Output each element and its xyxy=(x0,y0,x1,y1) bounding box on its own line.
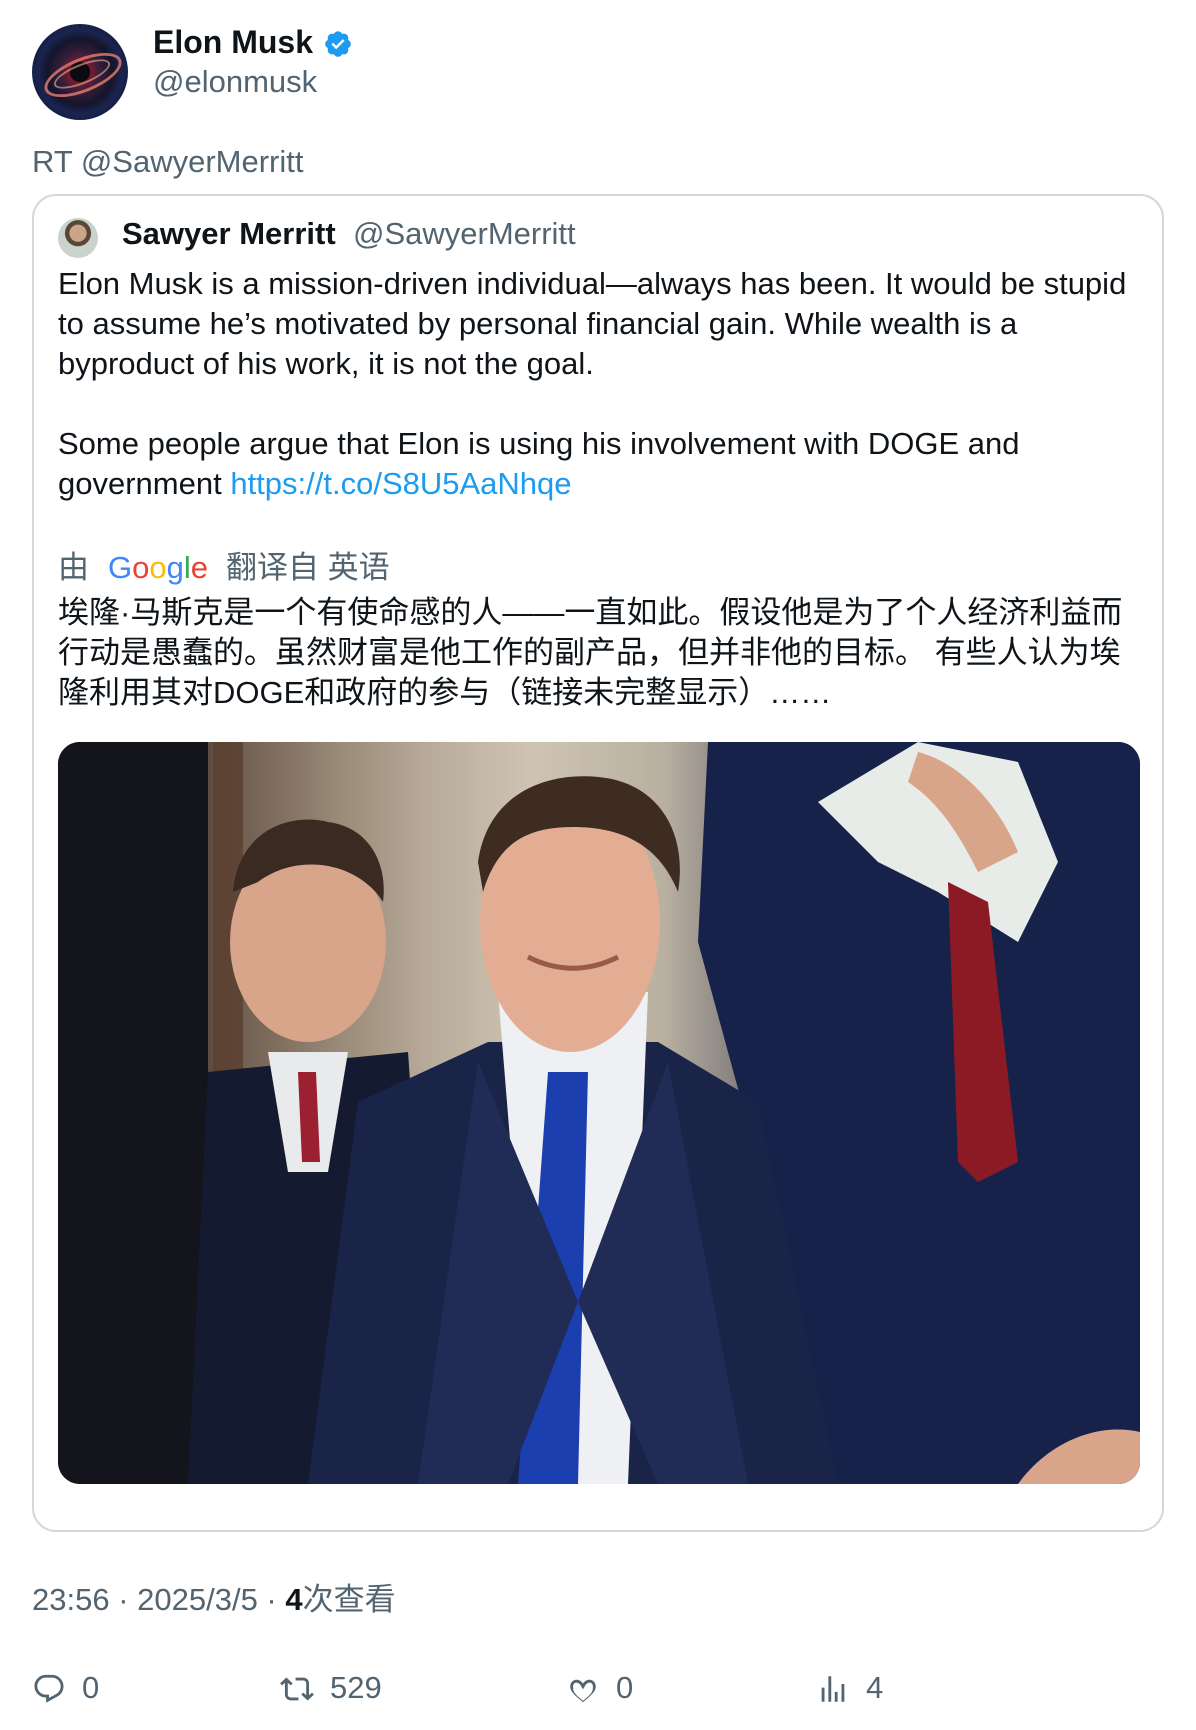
quoted-tweet-text: Elon Musk is a mission-driven individual… xyxy=(58,264,1138,504)
retweet-line: RT @SawyerMerritt xyxy=(32,144,304,179)
retweet-button[interactable]: 529 xyxy=(280,1668,420,1708)
view-count-label: 次查看 xyxy=(302,1582,396,1617)
tweet-photo[interactable] xyxy=(58,742,1140,1484)
heart-icon xyxy=(570,1679,596,1703)
translation-by-label: 由 xyxy=(58,550,89,585)
translation-source-label: 翻译自 英语 xyxy=(226,550,390,585)
like-button[interactable]: 0 xyxy=(566,1668,686,1708)
author-avatar[interactable] xyxy=(32,24,128,120)
author-name[interactable]: Elon Musk xyxy=(153,22,313,62)
view-count: 4 xyxy=(285,1582,303,1617)
verified-badge-icon xyxy=(325,31,351,57)
reply-icon xyxy=(34,1674,64,1703)
tweet-date[interactable]: 2025/3/5 xyxy=(137,1582,258,1617)
analytics-icon xyxy=(821,1676,845,1702)
quoted-tweet-body: Elon Musk is a mission-driven individual… xyxy=(58,266,1127,501)
photo-illustration xyxy=(58,742,1140,1484)
views-button[interactable]: 4 xyxy=(816,1668,936,1708)
google-logo: Google xyxy=(108,550,209,585)
author-handle[interactable]: @elonmusk xyxy=(153,62,317,102)
like-count: 0 xyxy=(616,1670,634,1705)
reply-button[interactable]: 0 xyxy=(32,1668,152,1708)
quoted-author-handle[interactable]: @SawyerMerritt xyxy=(353,214,576,254)
retweet-icon xyxy=(280,1677,314,1701)
quoted-tweet-link[interactable]: https://t.co/S8U5AaNhqe xyxy=(230,466,571,501)
translated-text: 埃隆·马斯克是一个有使命感的人——一直如此。假设他是为了个人经济利益而行动是愚蠢… xyxy=(58,595,1123,710)
retweet-count: 529 xyxy=(330,1670,382,1705)
tweet-time[interactable]: 23:56 xyxy=(32,1582,110,1617)
quoted-author-name[interactable]: Sawyer Merritt xyxy=(122,214,336,254)
quoted-author-avatar[interactable] xyxy=(58,218,98,258)
reply-count: 0 xyxy=(82,1670,100,1705)
views-count: 4 xyxy=(866,1670,884,1705)
tweet-meta: 23:56 · 2025/3/5 · 4次查看 xyxy=(32,1582,396,1617)
